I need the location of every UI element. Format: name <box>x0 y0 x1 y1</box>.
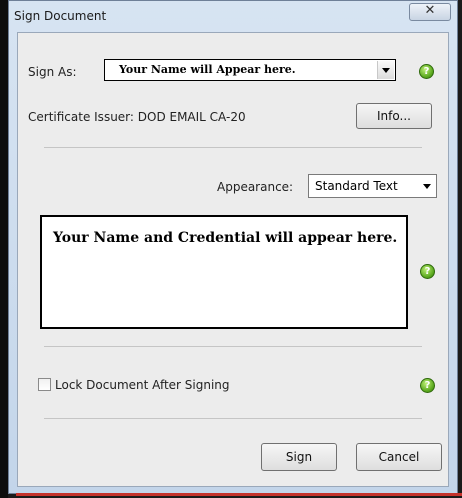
preview-text: Your Name and Credential will appear her… <box>53 230 398 246</box>
sign-document-dialog: Sign Document ✕ Sign As: Your Name will … <box>8 0 458 494</box>
info-button[interactable]: Info... <box>356 103 432 129</box>
close-button[interactable]: ✕ <box>409 3 451 21</box>
lock-document-checkbox[interactable] <box>38 378 51 391</box>
separator-1 <box>44 147 422 148</box>
separator-2 <box>44 346 422 347</box>
chevron-down-icon <box>382 68 390 73</box>
appearance-dropdown-arrow[interactable] <box>419 176 435 196</box>
dialog-title: Sign Document <box>14 9 107 23</box>
lock-document-label[interactable]: Lock Document After Signing <box>55 378 230 392</box>
sign-as-dropdown-arrow[interactable] <box>377 61 394 79</box>
signature-preview: Your Name and Credential will appear her… <box>40 215 408 329</box>
separator-3 <box>44 418 422 419</box>
sign-button[interactable]: Sign <box>261 443 337 471</box>
sign-as-dropdown[interactable]: Your Name will Appear here. <box>104 59 396 81</box>
appearance-value: Standard Text <box>315 179 398 193</box>
title-bar[interactable]: Sign Document ✕ <box>9 1 457 33</box>
chevron-down-icon <box>423 184 431 189</box>
lock-help-icon[interactable]: ? <box>420 378 435 393</box>
background-edge <box>0 0 8 498</box>
sign-as-label: Sign As: <box>28 65 77 79</box>
sign-as-value: Your Name will Appear here. <box>119 63 296 76</box>
close-icon: ✕ <box>424 3 436 18</box>
appearance-dropdown[interactable]: Standard Text <box>308 174 437 198</box>
appearance-help-icon[interactable]: ? <box>420 264 435 279</box>
taskbar-edge <box>16 493 462 496</box>
cancel-button[interactable]: Cancel <box>356 443 442 471</box>
appearance-label: Appearance: <box>217 180 294 194</box>
certificate-issuer-text: Certificate Issuer: DOD EMAIL CA-20 <box>28 110 246 124</box>
sign-as-help-icon[interactable]: ? <box>419 64 434 79</box>
dialog-content: Sign As: Your Name will Appear here. ? C… <box>17 32 449 487</box>
